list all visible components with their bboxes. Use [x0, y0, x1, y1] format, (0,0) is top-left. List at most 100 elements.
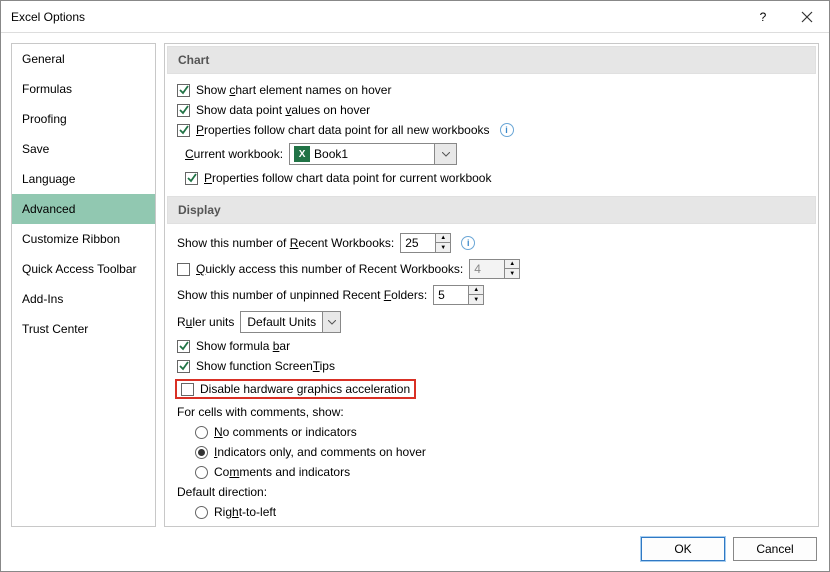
sidebar-item-label: Add-Ins	[22, 292, 63, 306]
ok-button[interactable]: OK	[641, 537, 725, 561]
highlight-disable-hw: Disable hardware graphics acceleration	[175, 379, 416, 399]
radio-rtl[interactable]	[195, 506, 208, 519]
sidebar-item-trust-center[interactable]: Trust Center	[12, 314, 155, 344]
chevron-down-icon[interactable]	[434, 144, 456, 164]
row-comments-both: Comments and indicators	[165, 462, 818, 482]
spin-up-icon[interactable]: ▲	[469, 286, 483, 295]
sidebar-item-label: Customize Ribbon	[22, 232, 120, 246]
label-rtl: Right-to-left	[214, 505, 276, 519]
sidebar-item-language[interactable]: Language	[12, 164, 155, 194]
row-comments-header: For cells with comments, show:	[165, 402, 818, 422]
section-header-chart: Chart	[167, 46, 816, 74]
checkbox-quick-access[interactable]	[177, 263, 190, 276]
radio-comments-both[interactable]	[195, 466, 208, 479]
row-properties-current: Properties follow chart data point for c…	[165, 168, 818, 188]
close-button[interactable]	[785, 1, 829, 33]
label-current-workbook: Current workbook:	[185, 147, 283, 161]
sidebar-item-label: General	[22, 52, 65, 66]
checkbox-disable-hw[interactable]	[181, 383, 194, 396]
dialog-footer: OK Cancel	[1, 527, 829, 571]
combo-current-workbook[interactable]: X Book1	[289, 143, 457, 165]
label-formula-bar: Show formula bar	[196, 339, 290, 353]
row-show-chart-names: Show chart element names on hover	[165, 80, 818, 100]
row-comments-none: No comments or indicators	[165, 422, 818, 442]
label-properties-new: Properties follow chart data point for a…	[196, 123, 490, 137]
sidebar-item-customize-ribbon[interactable]: Customize Ribbon	[12, 224, 155, 254]
sidebar-item-label: Formulas	[22, 82, 72, 96]
label-recent-workbooks: Show this number of Recent Workbooks:	[177, 236, 394, 250]
spin-down-icon: ▼	[505, 269, 519, 278]
sidebar-item-add-ins[interactable]: Add-Ins	[12, 284, 155, 314]
spin-up-icon[interactable]: ▲	[436, 234, 450, 243]
excel-options-dialog: Excel Options ? General Formulas Proofin…	[0, 0, 830, 572]
row-current-workbook: Current workbook: X Book1	[165, 140, 818, 168]
row-disable-hw: Disable hardware graphics acceleration	[165, 376, 818, 402]
row-show-data-values: Show data point values on hover	[165, 100, 818, 120]
sidebar-item-save[interactable]: Save	[12, 134, 155, 164]
sidebar-item-proofing[interactable]: Proofing	[12, 104, 155, 134]
label-direction-header: Default direction:	[177, 485, 267, 499]
sidebar-item-general[interactable]: General	[12, 44, 155, 74]
dialog-body: General Formulas Proofing Save Language …	[1, 33, 829, 527]
help-button[interactable]: ?	[741, 1, 785, 33]
info-icon[interactable]: i	[461, 236, 475, 250]
spin-down-icon[interactable]: ▼	[469, 295, 483, 304]
label-properties-current: Properties follow chart data point for c…	[204, 171, 491, 185]
combo-ruler-units-value: Default Units	[241, 315, 322, 329]
close-icon	[801, 11, 813, 23]
row-formula-bar: Show formula bar	[165, 336, 818, 356]
sidebar-item-label: Save	[22, 142, 49, 156]
spin-recent-workbooks[interactable]: ▲▼	[400, 233, 451, 253]
category-sidebar: General Formulas Proofing Save Language …	[11, 43, 156, 527]
sidebar-item-label: Trust Center	[22, 322, 88, 336]
sidebar-item-advanced[interactable]: Advanced	[12, 194, 155, 224]
label-show-chart-names: Show chart element names on hover	[196, 83, 391, 97]
cancel-button[interactable]: Cancel	[733, 537, 817, 561]
row-quick-access: Quickly access this number of Recent Wor…	[165, 256, 818, 282]
checkbox-properties-current[interactable]	[185, 172, 198, 185]
spin-recent-workbooks-input[interactable]	[401, 234, 435, 252]
section-header-display: Display	[167, 196, 816, 224]
sidebar-item-label: Language	[22, 172, 75, 186]
spin-quick-access-input	[470, 260, 504, 278]
info-icon[interactable]: i	[500, 123, 514, 137]
label-ruler-units: Ruler units	[177, 315, 234, 329]
titlebar: Excel Options ?	[1, 1, 829, 33]
spin-recent-folders[interactable]: ▲▼	[433, 285, 484, 305]
label-comments-none: No comments or indicators	[214, 425, 357, 439]
radio-comments-none[interactable]	[195, 426, 208, 439]
sidebar-item-quick-access-toolbar[interactable]: Quick Access Toolbar	[12, 254, 155, 284]
checkbox-show-data-values[interactable]	[177, 104, 190, 117]
label-screentips: Show function ScreenTips	[196, 359, 335, 373]
row-screentips: Show function ScreenTips	[165, 356, 818, 376]
sidebar-item-formulas[interactable]: Formulas	[12, 74, 155, 104]
label-recent-folders: Show this number of unpinned Recent Fold…	[177, 288, 427, 302]
checkbox-properties-new[interactable]	[177, 124, 190, 137]
row-properties-new: Properties follow chart data point for a…	[165, 120, 818, 140]
sidebar-item-label: Advanced	[22, 202, 75, 216]
label-comments-header: For cells with comments, show:	[177, 405, 344, 419]
row-recent-workbooks: Show this number of Recent Workbooks: ▲▼…	[165, 230, 818, 256]
row-comments-ind: Indicators only, and comments on hover	[165, 442, 818, 462]
chevron-down-icon[interactable]	[322, 312, 340, 332]
excel-icon: X	[294, 146, 310, 162]
spin-recent-folders-input[interactable]	[434, 286, 468, 304]
radio-comments-ind[interactable]	[195, 446, 208, 459]
checkbox-formula-bar[interactable]	[177, 340, 190, 353]
sidebar-item-label: Proofing	[22, 112, 67, 126]
label-show-data-values: Show data point values on hover	[196, 103, 370, 117]
checkbox-show-chart-names[interactable]	[177, 84, 190, 97]
label-quick-access: Quickly access this number of Recent Wor…	[196, 262, 463, 276]
combo-ruler-units[interactable]: Default Units	[240, 311, 341, 333]
label-comments-both: Comments and indicators	[214, 465, 350, 479]
spin-quick-access: ▲▼	[469, 259, 520, 279]
content-scroll[interactable]: Chart Show chart element names on hover …	[165, 44, 818, 526]
spin-up-icon: ▲	[505, 260, 519, 269]
dialog-title: Excel Options	[11, 10, 741, 24]
checkbox-screentips[interactable]	[177, 360, 190, 373]
spin-down-icon[interactable]: ▼	[436, 243, 450, 252]
combo-current-workbook-value: Book1	[314, 147, 434, 161]
row-recent-folders: Show this number of unpinned Recent Fold…	[165, 282, 818, 308]
content-wrap: Chart Show chart element names on hover …	[164, 43, 819, 527]
row-rtl: Right-to-left	[165, 502, 818, 522]
